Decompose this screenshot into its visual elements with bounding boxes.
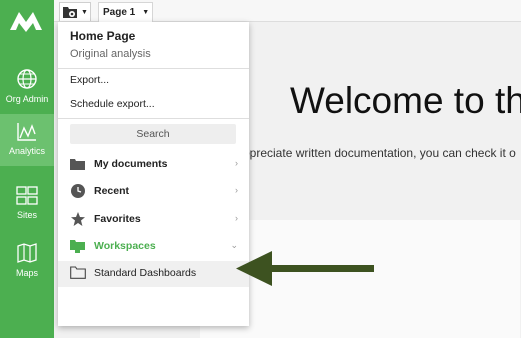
pointer-arrow-icon (236, 251, 374, 286)
chevron-down-icon[interactable]: ▼ (142, 9, 149, 16)
chevron-down-icon: ▼ (81, 8, 88, 16)
sidebar-item-org-admin[interactable]: Org Admin (0, 62, 54, 116)
workspace-item-label: Standard Dashboards (94, 267, 197, 279)
nav-item-label: Recent (94, 185, 130, 197)
sidebar-item-label: Analytics (8, 146, 45, 156)
export-menu-item[interactable]: Export... (70, 74, 109, 86)
nav-item-label: Workspaces (94, 240, 156, 252)
folder-outline-icon (70, 266, 86, 284)
tab-page-1[interactable]: Page 1 ▼ (98, 2, 153, 22)
welcome-subtext: opreciate written documentation, you can… (243, 146, 516, 160)
sidebar-item-label: Maps (15, 268, 38, 278)
sidebar-item-analytics[interactable]: Analytics (0, 114, 54, 166)
nav-item-label: Favorites (94, 213, 141, 225)
document-gear-icon (63, 7, 78, 18)
clock-icon (70, 184, 85, 199)
sidebar: Org Admin Analytics Sites Maps (0, 0, 54, 338)
menu-divider (58, 118, 249, 119)
menu-title: Home Page (70, 29, 136, 43)
chevron-right-icon: › (235, 213, 238, 223)
welcome-heading: Welcome to th (290, 80, 521, 121)
workspace-item-standard-dashboards[interactable]: Standard Dashboards (58, 261, 249, 287)
folder-icon (70, 157, 85, 172)
sidebar-item-label: Sites (16, 210, 37, 220)
nav-item-workspaces[interactable]: Workspaces ⌄ (70, 237, 238, 255)
menu-subtitle: Original analysis (70, 48, 151, 60)
chevron-right-icon: › (235, 158, 238, 168)
nav-item-label: My documents (94, 158, 168, 170)
sidebar-item-sites[interactable]: Sites (0, 178, 54, 232)
nav-item-my-documents[interactable]: My documents › (70, 155, 238, 173)
sidebar-item-label: Org Admin (5, 94, 49, 104)
sites-grid-icon (16, 186, 38, 205)
workspace-folder-icon (70, 239, 85, 254)
document-menu-button[interactable]: ▼ (59, 2, 91, 21)
top-bar: ▼ Page 1 ▼ (54, 0, 521, 22)
document-dropdown-menu: Home Page Original analysis Export... Sc… (58, 22, 249, 326)
map-icon (17, 243, 37, 263)
page-tab-label: Page 1 (103, 7, 136, 18)
nav-item-favorites[interactable]: Favorites › (70, 210, 238, 228)
nav-item-recent[interactable]: Recent › (70, 182, 238, 200)
menu-search-input[interactable]: Search (70, 124, 236, 144)
brand-logo-icon[interactable] (8, 6, 44, 34)
analytics-chart-icon (17, 123, 36, 141)
globe-icon (17, 69, 37, 89)
chevron-right-icon: › (235, 185, 238, 195)
menu-divider (58, 68, 249, 69)
star-icon (70, 212, 85, 227)
schedule-export-menu-item[interactable]: Schedule export... (70, 98, 155, 110)
sidebar-item-maps[interactable]: Maps (0, 236, 54, 290)
